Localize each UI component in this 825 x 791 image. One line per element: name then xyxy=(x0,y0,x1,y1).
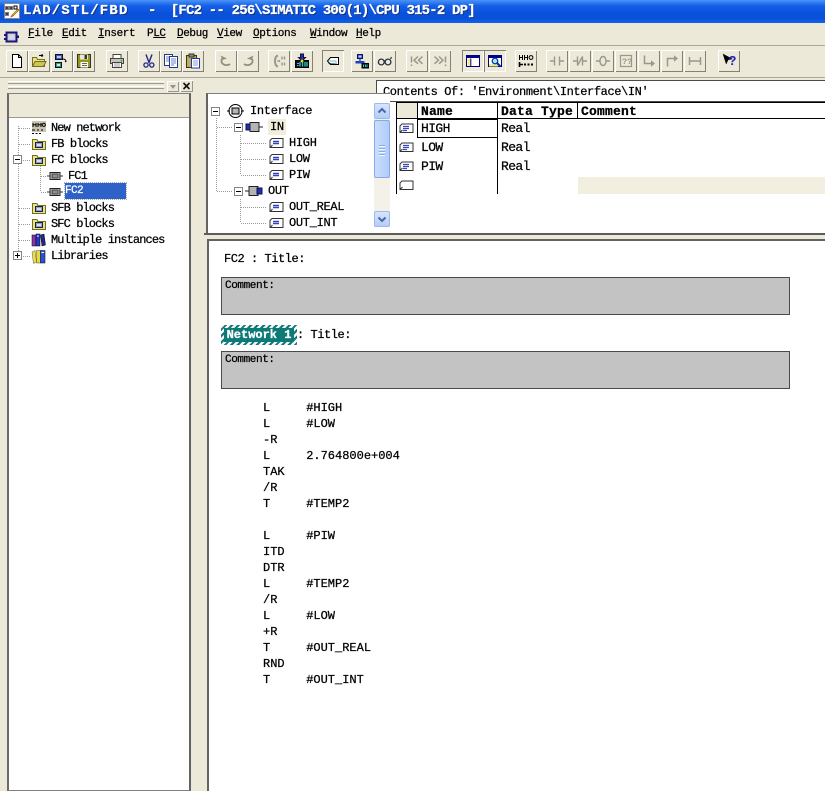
svg-text:?: ? xyxy=(729,53,737,68)
svg-text:??: ?? xyxy=(622,57,632,67)
